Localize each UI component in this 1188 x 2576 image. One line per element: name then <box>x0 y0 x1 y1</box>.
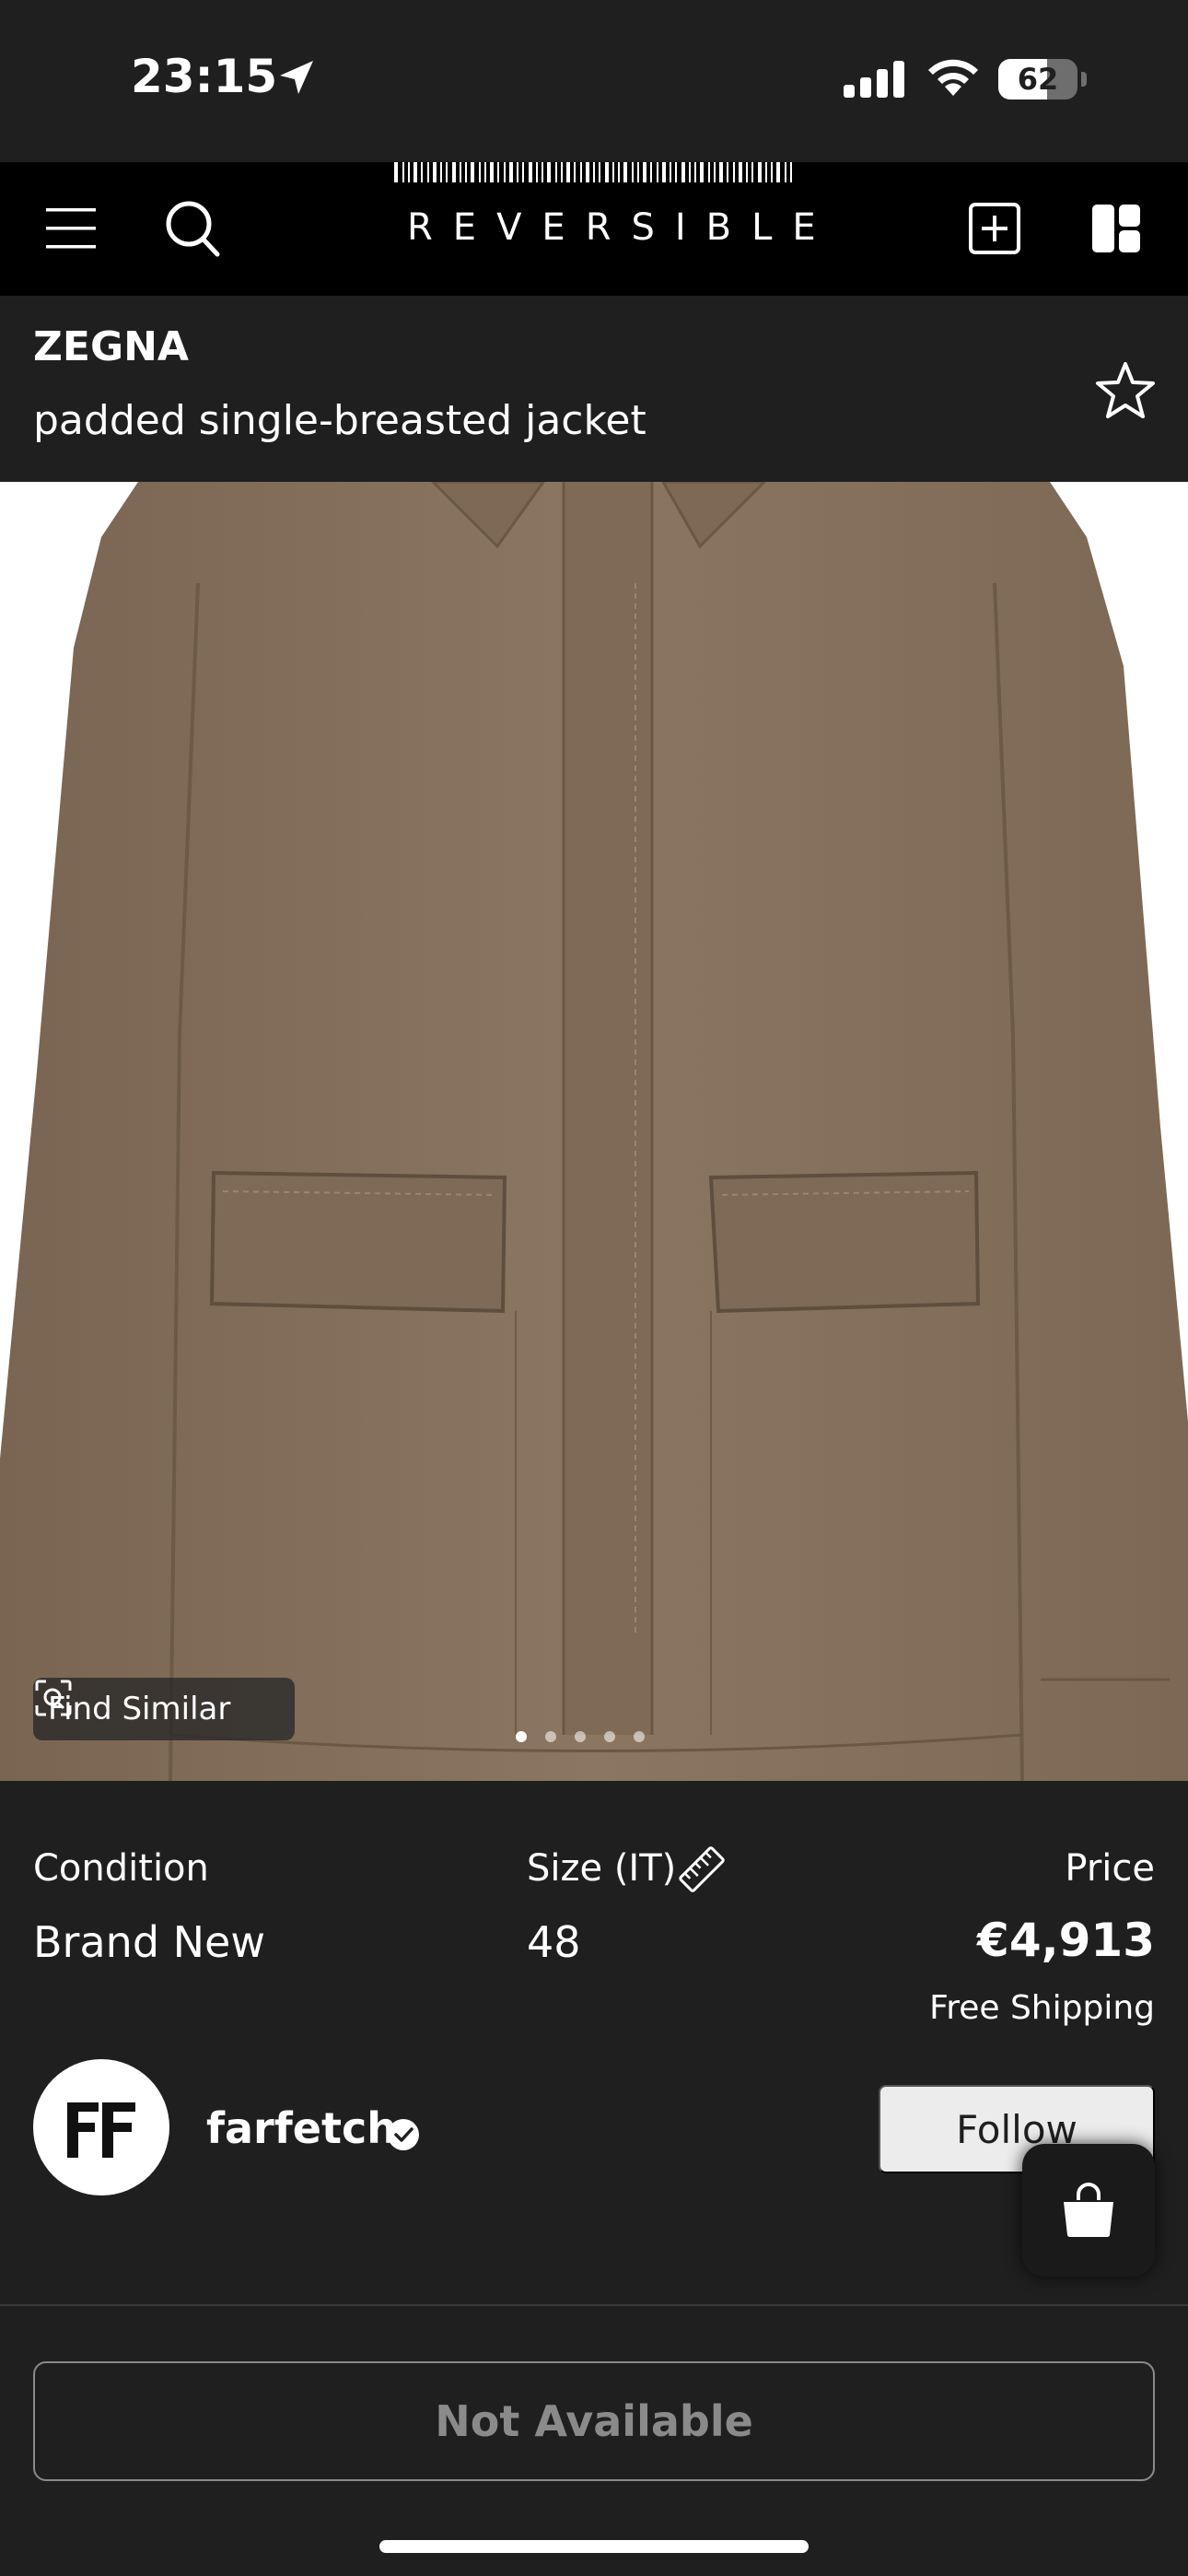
shipping-info: Free Shipping <box>929 1989 1155 2027</box>
star-icon[interactable] <box>1094 360 1157 421</box>
status-time: 23:15 <box>131 50 278 103</box>
price-value: €4,913 <box>977 1914 1155 1967</box>
top-nav-bar: REVERSIBLE <box>0 162 1188 296</box>
status-bar: 23:15 62 <box>0 0 1188 162</box>
menu-icon[interactable] <box>44 205 98 252</box>
home-indicator[interactable] <box>379 2540 809 2553</box>
size-label: Size (IT) <box>527 1847 677 1890</box>
find-similar-label: Find Similar <box>48 1691 231 1727</box>
carousel-page-dots <box>516 1731 672 1746</box>
visual-search-icon <box>35 1680 72 1716</box>
logo-text: REVERSIBLE <box>407 206 836 249</box>
shopping-bag-icon <box>1064 2183 1113 2238</box>
condition-value: Brand New <box>33 1917 265 1967</box>
cellular-signal-icon <box>844 61 904 98</box>
carousel-dot[interactable] <box>545 1731 556 1742</box>
add-square-icon[interactable] <box>967 201 1022 256</box>
verified-badge-icon <box>388 2119 419 2150</box>
seller-name[interactable]: farfetch <box>206 2103 397 2153</box>
not-available-button[interactable]: Not Available <box>33 2361 1155 2481</box>
reversible-logo[interactable]: REVERSIBLE <box>387 162 836 296</box>
jacket-photo <box>0 482 1188 1781</box>
bottom-action-area: Not Available <box>0 2306 1188 2576</box>
product-details: Condition Brand New Size (IT) 48 Price €… <box>0 1781 1188 2304</box>
shopping-bag-button[interactable] <box>1022 2144 1155 2277</box>
ruler-icon[interactable] <box>678 1845 726 1893</box>
product-brand[interactable]: ZEGNA <box>33 323 189 370</box>
product-header: ZEGNA padded single-breasted jacket <box>0 296 1188 482</box>
battery-nub <box>1081 72 1087 87</box>
carousel-dot[interactable] <box>575 1731 586 1742</box>
logo-barcode-graphic <box>394 162 792 182</box>
battery-indicator: 62 <box>998 59 1077 100</box>
carousel-dot[interactable] <box>634 1731 645 1742</box>
carousel-dot[interactable] <box>604 1731 615 1742</box>
seller-avatar[interactable] <box>33 2059 169 2195</box>
location-arrow-icon <box>280 61 313 94</box>
find-similar-button[interactable]: Find Similar <box>33 1678 295 1740</box>
search-icon[interactable] <box>164 199 221 258</box>
battery-percentage: 62 <box>1017 62 1059 97</box>
layout-toggle-icon[interactable] <box>1089 201 1144 256</box>
price-label: Price <box>1065 1847 1155 1890</box>
size-value: 48 <box>527 1917 581 1967</box>
condition-label: Condition <box>33 1847 209 1890</box>
carousel-dot[interactable] <box>516 1731 527 1742</box>
product-name: padded single-breasted jacket <box>33 397 646 444</box>
wifi-icon <box>928 59 978 96</box>
farfetch-logo-icon <box>67 2102 135 2158</box>
product-image-carousel[interactable]: Find Similar <box>0 482 1188 1781</box>
